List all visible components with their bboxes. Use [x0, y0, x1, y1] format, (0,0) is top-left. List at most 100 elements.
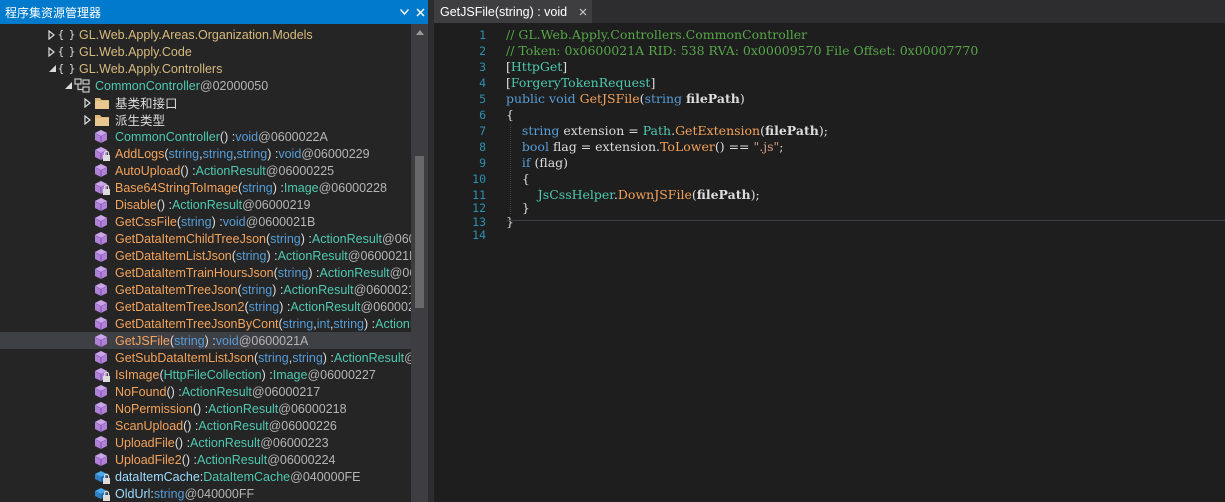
code-line[interactable]: {: [506, 107, 514, 123]
method-glyph: [94, 248, 108, 262]
tree-node-text: CommonController: [95, 78, 200, 93]
expand-arrow-icon[interactable]: [46, 29, 58, 41]
method-glyph: [94, 197, 108, 211]
code-token: ".js": [753, 139, 780, 154]
code-area[interactable]: // GL.Web.Apply.Controllers.CommonContro…: [506, 23, 1225, 502]
tree-node[interactable]: AddLogs(string, string, string) : void @…: [0, 145, 411, 162]
namespace-icon: { }: [57, 45, 76, 58]
tree-node-text: ScanUpload: [115, 418, 184, 433]
field-private-icon: [94, 486, 110, 502]
scrollbar-thumb[interactable]: [415, 156, 424, 308]
tree-node-text: Base64StringToImage: [115, 180, 238, 195]
tree-node-text: @040000FF: [184, 486, 255, 501]
method-icon: [94, 129, 110, 145]
tree-node-text: NoPermission: [115, 401, 193, 416]
tree-node[interactable]: ScanUpload() : ActionResult @06000226: [0, 417, 411, 434]
expand-arrow-icon[interactable]: [82, 97, 94, 109]
tree-node[interactable]: UploadFile2() : ActionResult @06000224: [0, 451, 411, 468]
tree-node-text: ActionResult: [195, 163, 266, 178]
collapse-arrow-icon[interactable]: [46, 63, 58, 75]
code-line[interactable]: [HttpGet]: [506, 59, 567, 75]
tree-node[interactable]: GetDataItemChildTreeJson(string) : Actio…: [0, 230, 411, 247]
code-line[interactable]: // Token: 0x0600021A RID: 538 RVA: 0x000…: [506, 43, 978, 59]
tree-node[interactable]: { } GL.Web.Apply.Areas.Organization.Model…: [0, 26, 411, 43]
tree-node[interactable]: GetSubDataItemListJson(string, string) :…: [0, 349, 411, 366]
code-token: DownJSFile: [617, 187, 692, 202]
expand-arrow-icon[interactable]: [82, 114, 94, 126]
tree-node[interactable]: Disable() : ActionResult @06000219: [0, 196, 411, 213]
tree-node[interactable]: GetCssFile(string) : void @0600021B: [0, 213, 411, 230]
tree-node[interactable]: AutoUpload() : ActionResult @06000225: [0, 162, 411, 179]
method-private-glyph: [94, 367, 110, 382]
code-editor[interactable]: 1 2 3 4 5 6 7 8 9 10 11 12 13 14 // GL.Web.Apply.Cont…: [434, 23, 1225, 502]
tree-node-text: CommonController: [115, 129, 220, 144]
panel-dropdown-button[interactable]: [396, 9, 412, 15]
namespace-icon: { }: [57, 28, 76, 41]
code-token: // Token: 0x0600021A RID: 538 RVA: 0x000…: [506, 43, 979, 58]
method-glyph: [94, 129, 108, 143]
tree-node[interactable]: GetJSFile(string) : void @0600021A: [0, 332, 411, 349]
tree-node-text: @02000050: [199, 78, 269, 93]
tree-node[interactable]: 派生类型: [0, 111, 411, 128]
triangle-down-glyph: [48, 65, 56, 72]
tree-node-text: GetSubDataItemListJson: [115, 350, 254, 365]
tree-node-text: string: [168, 146, 200, 161]
tree-node[interactable]: NoFound() : ActionResult @06000217: [0, 383, 411, 400]
scroll-up-button[interactable]: [411, 24, 428, 41]
collapse-arrow-icon[interactable]: [62, 80, 74, 92]
tree-node-text: Image: [283, 180, 319, 195]
tree-node[interactable]: UploadFile() : ActionResult @06000223: [0, 434, 411, 451]
tree-node[interactable]: OldUrl : string @040000FF: [0, 485, 411, 502]
tree-node[interactable]: GetDataItemTreeJson(string) : ActionResu…: [0, 281, 411, 298]
tree-node[interactable]: IsImage(HttpFileCollection) : Image @060…: [0, 366, 411, 383]
indent-guide: [539, 187, 540, 201]
tab-label: GetJSFile(string) : void: [440, 4, 568, 19]
tree-node-text: @06000219: [242, 197, 311, 212]
tab-getjsfile[interactable]: GetJSFile(string) : void: [434, 0, 592, 23]
code-line[interactable]: string extension = Path.GetExtension(fil…: [506, 123, 828, 139]
tree-node[interactable]: NoPermission() : ActionResult @06000218: [0, 400, 411, 417]
folder-icon: [94, 95, 110, 111]
code-token: ForgeryTokenRequest: [510, 75, 651, 90]
code-line[interactable]: if (flag): [506, 155, 568, 171]
tree-scrollbar[interactable]: [411, 24, 428, 502]
tree-node-text: ActionResult: [208, 401, 279, 416]
tree-node[interactable]: GetDataItemListJson(string) : ActionResu…: [0, 247, 411, 264]
tree-node[interactable]: Base64StringToImage(string) : Image @060…: [0, 179, 411, 196]
code-line[interactable]: // GL.Web.Apply.Controllers.CommonContro…: [506, 27, 807, 43]
method-icon: [94, 197, 110, 213]
code-line[interactable]: public void GetJSFile(string filePath): [506, 91, 745, 107]
code-line[interactable]: JsCssHelper.DownJSFile(filePath);: [506, 187, 760, 203]
method-glyph: [94, 384, 108, 398]
line-number: 9: [479, 156, 486, 170]
tree-node-text: string: [248, 299, 280, 314]
tree-node-text: @06000226: [268, 418, 337, 433]
tab-close-button[interactable]: [574, 5, 592, 19]
tree-node[interactable]: dataItemCache : DataItemCache @040000FE: [0, 468, 411, 485]
code-line[interactable]: }: [506, 214, 514, 230]
tree-node[interactable]: CommonController() : void @0600022A: [0, 128, 411, 145]
method-icon: [94, 418, 110, 434]
tree-node[interactable]: { } GL.Web.Apply.Controllers: [0, 60, 411, 77]
tree-node[interactable]: { } GL.Web.Apply.Code: [0, 43, 411, 60]
code-token: filePath: [696, 187, 751, 202]
tree-node-text: @06000225: [265, 163, 335, 178]
method-glyph: [94, 316, 108, 330]
code-line[interactable]: [ForgeryTokenRequest]: [506, 75, 655, 91]
field-private-glyph: [95, 487, 110, 501]
tree-node[interactable]: GetDataItemTrainHoursJson(string) : Acti…: [0, 264, 411, 281]
tree-node[interactable]: CommonController @02000050: [0, 77, 411, 94]
method-glyph: [94, 282, 108, 296]
panel-close-button[interactable]: [412, 7, 428, 17]
tree-node[interactable]: 基类和接口: [0, 94, 411, 111]
tree-node-text: ActionResult: [311, 231, 383, 246]
tree-node[interactable]: GetDataItemTreeJson2(string) : ActionRes…: [0, 298, 411, 315]
code-line[interactable]: bool flag = extension.ToLower() == ".js"…: [506, 139, 784, 155]
method-icon: [94, 435, 110, 451]
tree-node[interactable]: GetDataItemTreeJsonByCont(string, int, s…: [0, 315, 411, 332]
expand-arrow-icon[interactable]: [46, 46, 58, 58]
